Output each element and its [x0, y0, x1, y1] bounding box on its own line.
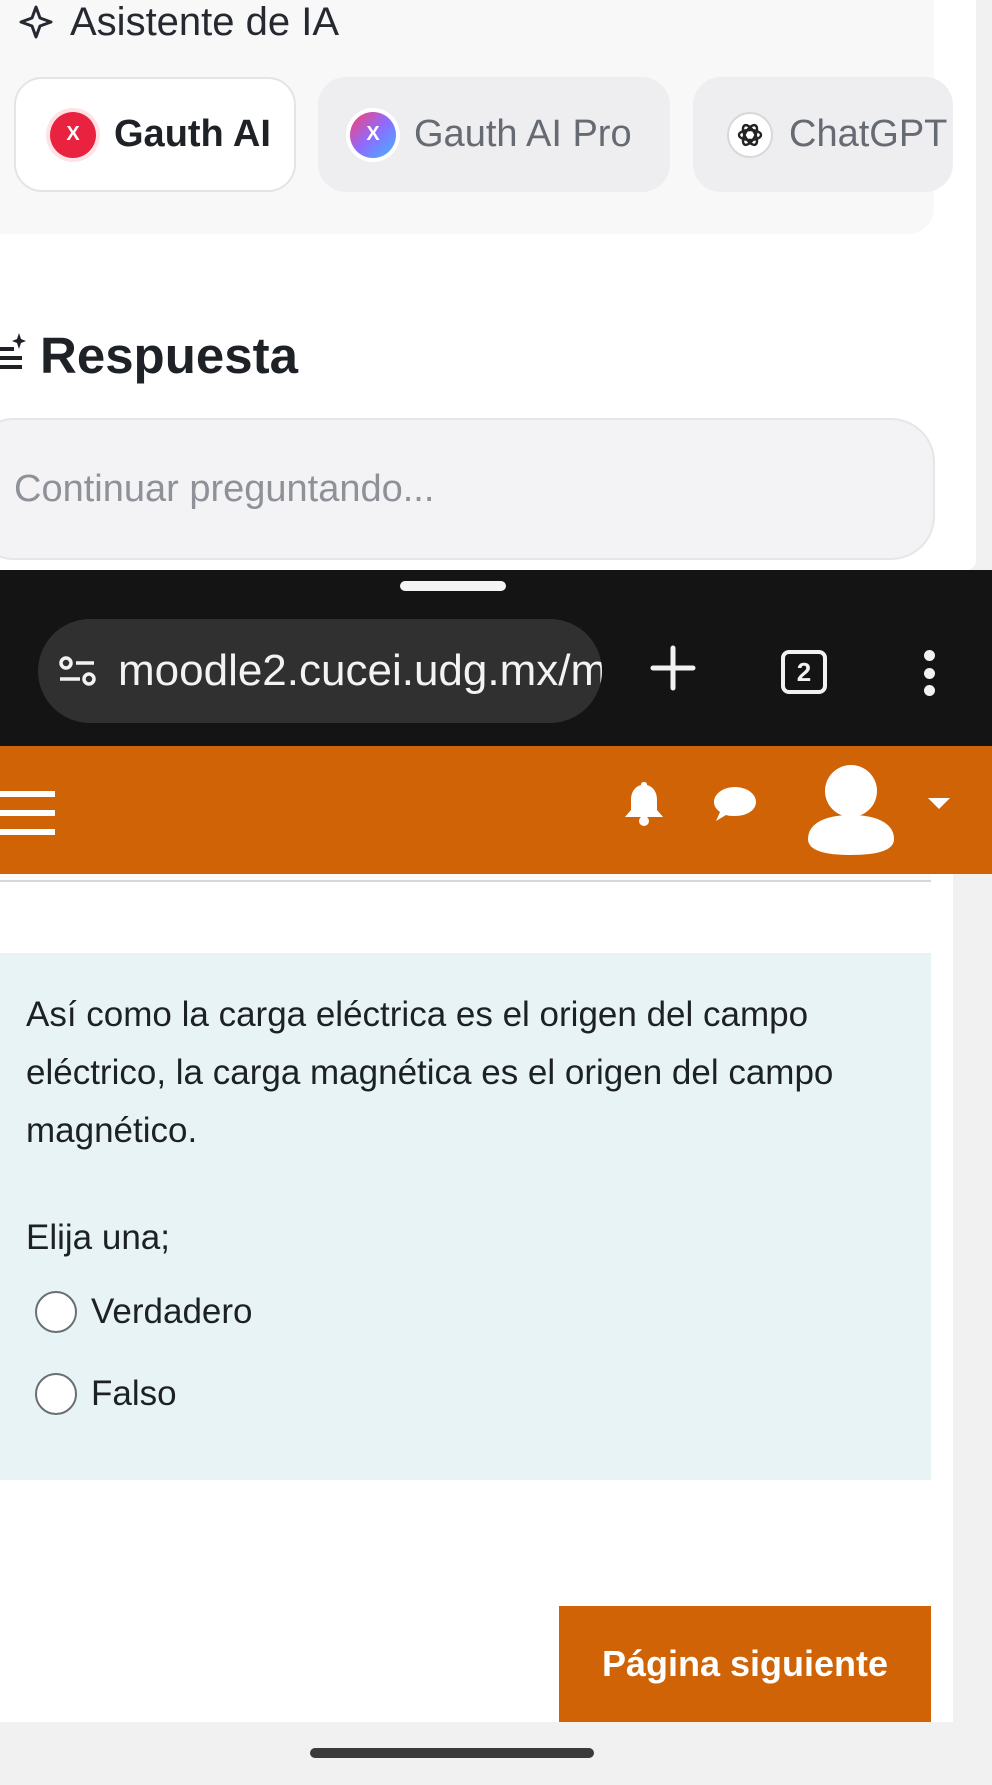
- model-option-label: Gauth AI: [114, 113, 271, 155]
- tune-icon[interactable]: [58, 655, 98, 687]
- assistant-title: Asistente de IA: [70, 0, 340, 44]
- model-option-label: Gauth AI Pro: [414, 113, 632, 155]
- home-indicator[interactable]: [310, 1748, 594, 1758]
- continue-asking-input[interactable]: Continuar preguntando...: [0, 418, 935, 560]
- radio-button[interactable]: [35, 1291, 77, 1333]
- model-option-gauth-ai[interactable]: X Gauth AI: [14, 77, 296, 192]
- model-option-label: ChatGPT: [789, 113, 948, 155]
- assistant-header: Asistente de IA: [18, 0, 339, 44]
- split-screen-handle[interactable]: [400, 581, 506, 591]
- tabs-icon[interactable]: 2: [781, 650, 827, 694]
- question-text: Así como la carga eléctrica es el origen…: [26, 995, 834, 1150]
- tab-count: 2: [796, 656, 812, 687]
- answer-heading: Respuesta: [40, 326, 298, 384]
- option-falso[interactable]: Falso: [35, 1371, 177, 1417]
- continue-asking-placeholder: Continuar preguntando...: [14, 467, 435, 510]
- chatgpt-logo-icon: [727, 111, 773, 158]
- url-text: moodle2.cucei.udg.mx/m: [118, 646, 602, 695]
- plus-icon[interactable]: [645, 640, 701, 696]
- hamburger-icon[interactable]: [0, 791, 55, 835]
- option-label: Verdadero: [91, 1292, 253, 1331]
- content-divider: [0, 874, 931, 882]
- more-vert-icon[interactable]: [920, 650, 938, 696]
- model-option-gauth-ai-pro[interactable]: X Gauth AI Pro: [318, 77, 670, 192]
- address-bar[interactable]: moodle2.cucei.udg.mx/m: [38, 619, 602, 723]
- gauth-pro-logo-icon: X: [350, 111, 396, 158]
- gauth-logo-icon: X: [50, 111, 96, 158]
- option-verdadero[interactable]: Verdadero: [35, 1289, 253, 1335]
- choose-one-label: Elija una;: [26, 1218, 170, 1257]
- next-page-button[interactable]: Página siguiente: [559, 1606, 931, 1722]
- assistant-card: Asistente de IA X Gauth AI X Gauth AI Pr…: [0, 0, 953, 234]
- radio-button[interactable]: [35, 1373, 77, 1415]
- chat-icon[interactable]: [712, 785, 758, 828]
- gauth-app-pane: Asistente de IA X Gauth AI X Gauth AI Pr…: [0, 0, 976, 570]
- sparkle-icon: [18, 4, 54, 40]
- bell-icon[interactable]: [622, 780, 666, 831]
- option-label: Falso: [91, 1374, 177, 1413]
- answer-list-icon: [0, 326, 26, 385]
- user-avatar-icon[interactable]: [806, 763, 896, 862]
- answer-section-header: Respuesta: [0, 325, 298, 385]
- caret-down-icon[interactable]: [928, 798, 950, 809]
- model-option-chatgpt[interactable]: ChatGPT: [693, 77, 953, 192]
